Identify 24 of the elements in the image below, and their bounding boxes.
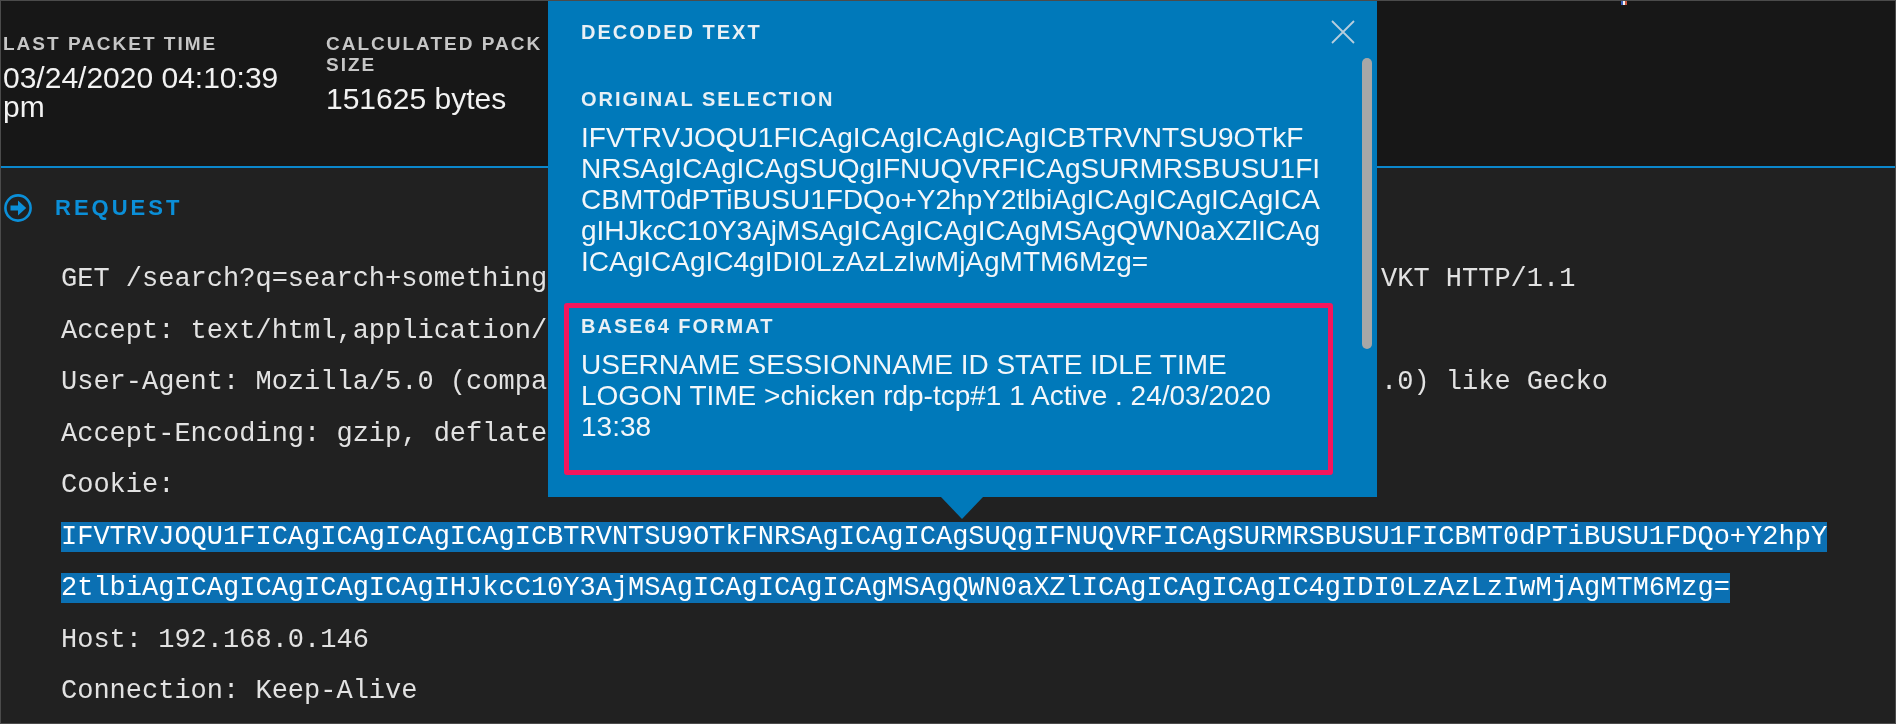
close-button[interactable] bbox=[1331, 20, 1355, 44]
field-value: 03/24/2020 04:10:39 pm bbox=[3, 62, 280, 121]
flag-icon bbox=[1621, 1, 1627, 5]
section-label: BASE64 FORMAT bbox=[581, 314, 776, 338]
code-line: Host: 192.168.0.146 bbox=[61, 624, 369, 655]
field-label: LAST PACKET TIME bbox=[3, 33, 219, 54]
code-line: Accept: text/html,application/ bbox=[61, 315, 548, 346]
decoded-text: IFVTRVJOQU1FICAgICAgICAgICAgICBTRVNTSU9OTkFNRSAgICAgICAgSUQgIFNUQVRFICAgSURMRSBUSU1FICBMT0dPTiBUSU1FDQo+Y2hpY2tlbiAgICAgICAgICAgICAgIHJkcC10Y3AjMSAgICAgICAgICAgMSAgQWN0aXZlICAgICAgICAgIC4gIDI0LzAzLzIwMjAgMTM6Mzg= bbox=[581, 122, 1322, 277]
section-label: ORIGINAL SELECTION bbox=[581, 87, 836, 111]
scrollbar-thumb[interactable] bbox=[1362, 58, 1372, 349]
arrow-circle-icon[interactable] bbox=[4, 194, 32, 222]
decoded-text: USERNAME SESSIONNAME ID STATE IDLE TIME LOGON TIME >chicken rdp-tcp#1 1 Active . 24/03/2020 13:38 bbox=[581, 349, 1272, 442]
code-line: .0) like Gecko bbox=[1381, 367, 1608, 397]
code-line: Cookie: bbox=[61, 470, 175, 500]
code-line: VKT HTTP/1.1 bbox=[1381, 264, 1576, 294]
field-label: CALCULATED PACK SIZE bbox=[326, 33, 544, 75]
code-line: GET /search?q=search+something bbox=[61, 263, 549, 296]
code-line: Accept-Encoding: gzip, deflate bbox=[61, 418, 548, 449]
section-title: REQUEST bbox=[55, 195, 183, 221]
close-icon bbox=[1331, 20, 1355, 44]
code-line: Connection: Keep-Alive bbox=[61, 676, 418, 706]
field-value: 151625 bytes bbox=[326, 83, 508, 113]
code-line: User-Agent: Mozilla/5.0 (compa bbox=[61, 366, 549, 399]
popup-title: DECODED TEXT bbox=[581, 20, 762, 44]
